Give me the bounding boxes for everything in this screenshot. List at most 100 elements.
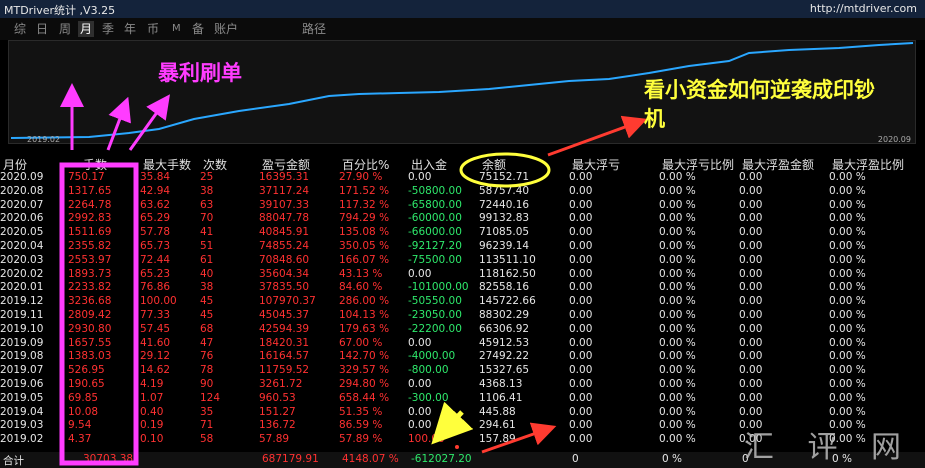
cell-lots: 1511.69 xyxy=(68,226,112,239)
tab-m[interactable]: M xyxy=(170,21,183,37)
cell-pct: 166.07 % xyxy=(339,253,390,266)
table-row[interactable]: 2019.06 190.65 4.19 90 3261.72 294.80 % 0.00 43… xyxy=(0,378,925,392)
cell-balance: 88302.29 xyxy=(479,308,530,321)
cell-max-float-profit-pct: 0.00 % xyxy=(829,405,866,418)
cell-flow: 0.00 xyxy=(408,377,432,390)
col-max-lots[interactable]: 最大手数 xyxy=(143,156,191,172)
cell-max-float-loss: 0.00 xyxy=(569,350,593,363)
cell-month: 2020.07 xyxy=(0,198,44,211)
cell-profit: 136.72 xyxy=(259,419,296,432)
tab-currency[interactable]: 币 xyxy=(145,21,161,37)
table-row[interactable]: 2019.11 2809.42 77.33 45 45045.37 104.13 % -23… xyxy=(0,309,925,323)
table-row[interactable]: 2019.08 1383.03 29.12 76 16164.57 142.70 % -40… xyxy=(0,350,925,364)
tab-note[interactable]: 备 xyxy=(190,21,206,37)
col-max-float-loss[interactable]: 最大浮亏 xyxy=(572,156,620,172)
cell-flow: -65800.00 xyxy=(408,198,462,211)
table-row[interactable]: 2019.09 1657.55 41.60 47 18420.31 67.00 % 0.00… xyxy=(0,337,925,351)
cell-max-float-loss-pct: 0.00 % xyxy=(659,419,696,432)
cell-flow: -50800.00 xyxy=(408,184,462,197)
tab-month[interactable]: 月 xyxy=(78,21,95,37)
col-lots[interactable]: 手数 xyxy=(83,156,107,172)
cell-max-float-loss: 0.00 xyxy=(569,212,593,225)
cell-month: 2020.04 xyxy=(0,239,44,252)
tab-overview[interactable]: 综 xyxy=(12,21,28,37)
cell-profit: 45045.37 xyxy=(259,308,310,321)
tab-path[interactable]: 路径 xyxy=(300,21,328,37)
cell-count: 71 xyxy=(200,419,214,432)
table-row[interactable]: 2020.05 1511.69 57.78 41 40845.91 135.08 % -66… xyxy=(0,226,925,240)
col-profit[interactable]: 盈亏金额 xyxy=(262,156,310,172)
cell-max-float-profit-pct: 0.00 % xyxy=(829,336,866,349)
cell-balance: 157.89 xyxy=(479,433,516,446)
total-max-float-loss: 0 xyxy=(572,453,579,465)
cell-profit: 37835.50 xyxy=(259,281,310,294)
cell-max-float-loss: 0.00 xyxy=(569,253,593,266)
col-pct[interactable]: 百分比% xyxy=(342,156,389,172)
table-row[interactable]: 2020.03 2553.97 72.44 61 70848.60 166.07 % -75… xyxy=(0,254,925,268)
cell-balance: 71085.05 xyxy=(479,226,530,239)
table-row[interactable]: 2019.12 3236.68 100.00 45 107970.37 286.00 % -… xyxy=(0,295,925,309)
cell-month: 2020.06 xyxy=(0,212,44,225)
cell-max-float-profit-pct: 0.00 % xyxy=(829,322,866,335)
table-row[interactable]: 2020.07 2264.78 63.62 63 39107.33 117.32 % -65… xyxy=(0,199,925,213)
col-max-float-profit[interactable]: 最大浮盈金额 xyxy=(742,156,814,172)
col-max-float-loss-pct[interactable]: 最大浮亏比例 xyxy=(662,156,734,172)
site-url[interactable]: http://mtdriver.com xyxy=(810,2,917,15)
tab-quarter[interactable]: 季 xyxy=(100,21,116,37)
cell-max-float-profit: 0.00 xyxy=(739,364,763,377)
total-label: 合计 xyxy=(3,455,24,467)
cell-max-float-profit: 0.00 xyxy=(739,308,763,321)
cell-max-float-profit: 0.00 xyxy=(739,212,763,225)
cell-max-float-loss: 0.00 xyxy=(569,377,593,390)
cell-profit: 11759.52 xyxy=(259,364,310,377)
tab-week[interactable]: 周 xyxy=(57,21,73,37)
tab-year[interactable]: 年 xyxy=(122,21,138,37)
table-row[interactable]: 2020.09 750.17 35.84 25 16395.31 27.90 % 0.00 7… xyxy=(0,171,925,185)
cell-max-float-loss-pct: 0.00 % xyxy=(659,405,696,418)
table-row[interactable]: 2020.02 1893.73 65.23 40 35604.34 43.13 % 0.00… xyxy=(0,268,925,282)
tab-account[interactable]: 账户 xyxy=(212,21,240,37)
cell-month: 2019.12 xyxy=(0,295,44,308)
cell-balance: 96239.14 xyxy=(479,239,530,252)
table-row[interactable]: 2019.10 2930.80 57.45 68 42594.39 179.63 % -22… xyxy=(0,323,925,337)
cell-profit: 107970.37 xyxy=(259,295,316,308)
cell-max-float-loss: 0.00 xyxy=(569,419,593,432)
cell-lots: 2992.83 xyxy=(68,212,112,225)
cell-max-float-loss-pct: 0.00 % xyxy=(659,391,696,404)
cell-count: 78 xyxy=(200,364,214,377)
cell-max-float-loss: 0.00 xyxy=(569,364,593,377)
cell-max-float-profit-pct: 0.00 % xyxy=(829,350,866,363)
table-row[interactable]: 2019.04 10.08 0.40 35 151.27 51.35 % 0.00 445.8… xyxy=(0,406,925,420)
cell-max-float-loss-pct: 0.00 % xyxy=(659,377,696,390)
col-flow[interactable]: 出入金 xyxy=(411,156,447,172)
table-row[interactable]: 2020.04 2355.82 65.73 51 74855.24 350.05 % -92… xyxy=(0,240,925,254)
cell-profit: 88047.78 xyxy=(259,212,310,225)
cell-max-lots: 0.40 xyxy=(140,405,164,418)
table-row[interactable]: 2019.05 69.85 1.07 124 960.53 658.44 % -300.00… xyxy=(0,392,925,406)
cell-max-float-loss-pct: 0.00 % xyxy=(659,433,696,446)
cell-max-lots: 57.78 xyxy=(140,226,171,239)
cell-pct: 104.13 % xyxy=(339,308,390,321)
cell-pct: 350.05 % xyxy=(339,239,390,252)
cell-count: 41 xyxy=(200,226,214,239)
cell-max-float-profit-pct: 0.00 % xyxy=(829,226,866,239)
col-balance[interactable]: 余额 xyxy=(482,156,506,172)
cell-lots: 69.85 xyxy=(68,391,99,404)
cell-max-lots: 77.33 xyxy=(140,308,171,321)
cell-count: 45 xyxy=(200,308,214,321)
col-max-float-profit-pct[interactable]: 最大浮盈比例 xyxy=(832,156,904,172)
annotation-profit-trading: 暴利刷单 xyxy=(158,61,242,85)
col-month[interactable]: 月份 xyxy=(3,156,27,172)
table-row[interactable]: 2019.07 526.95 14.62 78 11759.52 329.57 % -800… xyxy=(0,364,925,378)
tab-day[interactable]: 日 xyxy=(34,21,50,37)
col-count[interactable]: 次数 xyxy=(203,156,227,172)
table-row[interactable]: 2020.01 2233.82 76.86 38 37835.50 84.60 % -101… xyxy=(0,281,925,295)
table-row[interactable]: 2020.08 1317.65 42.94 38 37117.24 171.52 % -50… xyxy=(0,185,925,199)
cell-pct: 86.59 % xyxy=(339,419,383,432)
cell-max-float-loss: 0.00 xyxy=(569,184,593,197)
cell-balance: 66306.92 xyxy=(479,322,530,335)
cell-max-float-loss-pct: 0.00 % xyxy=(659,350,696,363)
table-row[interactable]: 2020.06 2992.83 65.29 70 88047.78 794.29 % -60… xyxy=(0,212,925,226)
cell-max-lots: 14.62 xyxy=(140,364,171,377)
cell-flow: -23050.00 xyxy=(408,308,462,321)
